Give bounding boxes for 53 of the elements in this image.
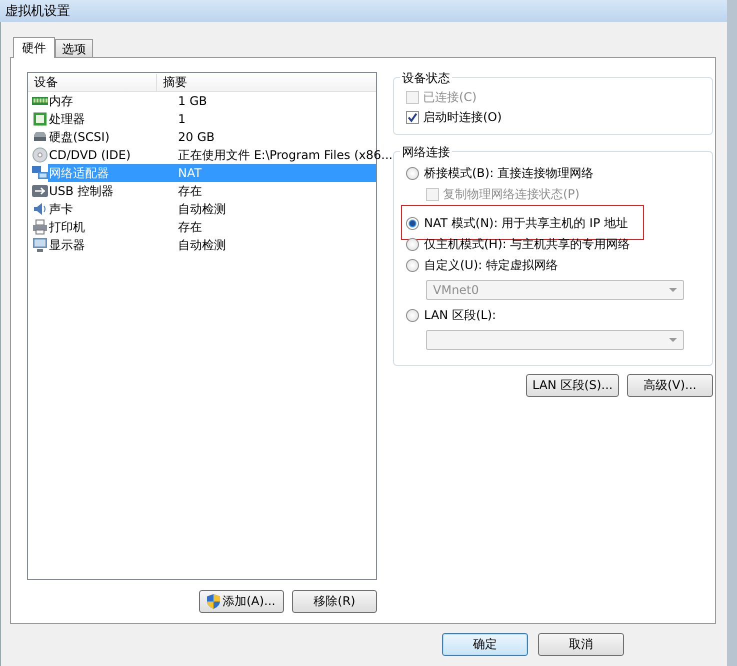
radio-button[interactable] [406, 258, 419, 272]
radio-label: NAT 模式(N): 用于共享主机的 IP 地址 [424, 214, 628, 232]
device-name[interactable]: USB 控制器 [48, 182, 161, 200]
checkbox-label: 已连接(C) [423, 88, 477, 106]
device-name[interactable]: 显示器 [48, 236, 161, 254]
network-button[interactable]: LAN 区段(S)... [526, 374, 619, 397]
caret-icon [669, 338, 677, 342]
sound-icon [32, 201, 48, 217]
tab[interactable]: 选项 [55, 39, 93, 57]
device-button[interactable]: 添加(A)... [199, 590, 284, 613]
device-name[interactable]: 声卡 [48, 200, 161, 218]
device-name[interactable]: CD/DVD (IDE) [48, 146, 161, 164]
device-summary: 存在 [177, 219, 203, 236]
device-summary: 自动检测 [177, 237, 227, 254]
network-button[interactable]: 高级(V)... [627, 374, 713, 397]
radio-button[interactable] [406, 308, 419, 322]
checkbox-label: 复制物理网络连接状态(P) [443, 186, 580, 202]
cdrom-icon [32, 147, 48, 163]
group-title: 网络连接 [400, 144, 452, 161]
device-name[interactable]: 硬盘(SCSI) [48, 128, 161, 146]
device-summary: NAT [161, 164, 376, 182]
radio-label: 桥接模式(B): 直接连接物理网络 [424, 164, 594, 182]
group-title: 设备状态 [400, 70, 452, 87]
checkbox-label: 启动时连接(O) [423, 108, 502, 126]
dialog-button[interactable]: 取消 [538, 633, 624, 656]
window-title: 虚拟机设置 [5, 3, 70, 20]
radio-button[interactable] [406, 216, 419, 230]
caret-icon [669, 288, 677, 292]
device-summary: 正在使用文件 E:\Program Files (x86... [177, 147, 393, 164]
dialog-button[interactable]: 确定 [442, 633, 528, 656]
device-summary: 1 [177, 111, 187, 128]
printer-icon [32, 219, 48, 235]
radio-label: 仅主机模式(H): 与主机共享的专用网络 [424, 236, 630, 252]
column-header[interactable]: 设备 [28, 74, 157, 90]
device-name[interactable]: 处理器 [48, 110, 161, 128]
tab[interactable]: 硬件 [13, 37, 55, 58]
device-name[interactable]: 内存 [48, 92, 161, 110]
network-icon [32, 165, 48, 181]
radio-label: LAN 区段(L): [424, 306, 496, 324]
device-summary: 20 GB [177, 129, 216, 146]
checkbox[interactable] [406, 110, 419, 124]
radio-button[interactable] [406, 166, 419, 180]
device-button[interactable]: 移除(R) [292, 590, 377, 613]
display-icon [32, 237, 48, 253]
device-summary: 存在 [177, 183, 203, 200]
device-summary: 1 GB [177, 93, 208, 110]
radio-button[interactable] [406, 238, 419, 250]
cpu-icon [32, 111, 48, 127]
device-summary: 自动检测 [177, 201, 227, 218]
radio-label: 自定义(U): 特定虚拟网络 [424, 256, 558, 274]
device-name[interactable]: 打印机 [48, 218, 161, 236]
usb-icon [32, 183, 48, 199]
column-header[interactable]: 摘要 [157, 74, 187, 90]
